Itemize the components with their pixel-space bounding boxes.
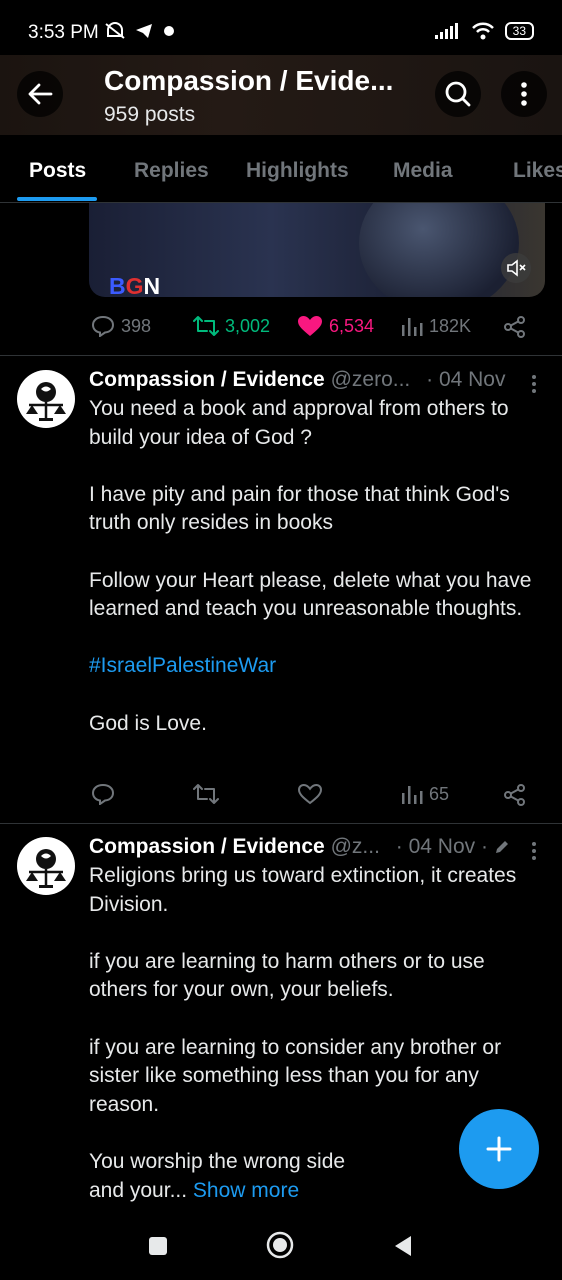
scales-globe-icon [26, 382, 66, 421]
mute-button[interactable] [501, 253, 531, 283]
hashtag-link[interactable]: #IsraelPalestineWar [89, 654, 276, 677]
bird-icon [164, 26, 175, 36]
share-button[interactable] [503, 315, 527, 339]
tab-posts[interactable]: Posts [29, 159, 86, 183]
more-options-button[interactable] [501, 71, 547, 117]
search-button[interactable] [435, 71, 481, 117]
repost-button[interactable]: 3,002 [193, 315, 270, 337]
views-icon [402, 786, 423, 804]
profile-header: Compassion / Evide... 959 posts [0, 55, 562, 135]
edit-pencil-icon [495, 841, 508, 853]
views-icon [402, 318, 423, 336]
status-time: 3:53 PM [28, 22, 99, 43]
tweet-date: · 04 Nov [426, 368, 506, 391]
recents-button[interactable] [148, 1236, 168, 1261]
tab-likes[interactable]: Likes [513, 159, 562, 183]
video-thumbnail[interactable]: BGN [89, 203, 545, 297]
tweet-paragraph: I have pity and pain for those that thin… [89, 482, 510, 535]
repost-count: 3,002 [225, 315, 271, 336]
tweet-paragraph: God is Love. [89, 711, 207, 735]
tweet-paragraph: You need a book and approval from others… [89, 397, 509, 449]
profile-tabs: Posts Replies Highlights Media Likes [0, 138, 562, 203]
bgn-logo: BGN [109, 273, 161, 297]
more-vertical-icon [532, 842, 536, 860]
circle-home-icon [266, 1231, 294, 1259]
more-vertical-icon [521, 82, 527, 106]
tweet-text: You need a book and approval from others… [89, 395, 544, 738]
view-count: 182K [429, 315, 472, 336]
view-count: 65 [429, 783, 450, 804]
like-button[interactable]: 6,534 [297, 315, 374, 337]
status-bar: 3:53 PM 33 [0, 0, 562, 60]
heart-icon [297, 783, 323, 805]
tab-highlights[interactable]: Highlights [246, 159, 349, 183]
battery-indicator: 33 [504, 22, 534, 40]
compose-button[interactable] [459, 1109, 539, 1189]
arrow-left-icon [28, 83, 53, 105]
triangle-back-icon [395, 1236, 411, 1256]
more-vertical-icon [532, 375, 536, 393]
tweet-paragraph: if you are learning to consider any brot… [89, 1035, 502, 1116]
dnd-icon [105, 22, 125, 39]
telegram-icon [135, 24, 152, 38]
volume-off-icon [507, 259, 526, 277]
share-icon [504, 784, 525, 806]
repost-button[interactable] [193, 783, 219, 805]
tweet-paragraph: and your... [89, 1178, 188, 1202]
reply-count: 398 [121, 315, 152, 336]
views-button[interactable]: 65 [401, 783, 449, 805]
author-handle[interactable]: @zero... [331, 368, 411, 391]
wifi-icon [471, 22, 494, 40]
divider [0, 355, 562, 356]
reply-button[interactable] [91, 783, 115, 805]
divider [0, 823, 562, 824]
page-title: Compassion / Evide... [104, 65, 394, 96]
author-name[interactable]: Compassion / Evidence [89, 368, 325, 391]
tweet-header: Compassion / Evidence @z... · 04 Nov · [89, 835, 510, 859]
repost-icon [193, 784, 219, 804]
tweet-paragraph: Follow your Heart please, delete what yo… [89, 568, 532, 621]
square-icon [149, 1237, 167, 1255]
repost-icon [193, 316, 219, 336]
search-icon [445, 81, 471, 107]
tweet-paragraph: Religions bring us toward extinction, it… [89, 864, 517, 916]
share-button[interactable] [503, 783, 527, 807]
heart-filled-icon [298, 316, 322, 336]
views-button[interactable]: 182K [401, 315, 471, 337]
plus-icon [486, 1136, 512, 1162]
status-right: 33 [434, 22, 534, 40]
system-back-button[interactable] [393, 1234, 413, 1263]
tab-replies[interactable]: Replies [134, 159, 209, 183]
video-frame [359, 203, 519, 297]
avatar[interactable] [17, 837, 75, 895]
like-button[interactable] [297, 783, 323, 805]
reply-button[interactable]: 398 [91, 315, 151, 337]
tweet-header: Compassion / Evidence @zero... · 04 Nov [89, 368, 506, 392]
reply-icon [91, 783, 115, 805]
tab-media[interactable]: Media [393, 159, 453, 183]
show-more-link[interactable]: Show more [193, 1179, 299, 1202]
tweet-paragraph: if you are learning to harm others or to… [89, 949, 485, 1002]
active-tab-indicator [17, 197, 97, 201]
home-button[interactable] [266, 1231, 294, 1264]
post-count: 959 posts [104, 103, 196, 126]
system-nav-bar [0, 1210, 562, 1280]
avatar[interactable] [17, 370, 75, 428]
like-count: 6,534 [329, 315, 375, 336]
notification-icons [104, 22, 177, 42]
tweet-date: · 04 Nov · [395, 835, 488, 858]
scales-globe-icon [26, 849, 66, 888]
back-button[interactable] [17, 71, 63, 117]
reply-icon [91, 315, 115, 337]
author-name[interactable]: Compassion / Evidence [89, 835, 325, 858]
author-handle[interactable]: @z... [331, 835, 380, 858]
signal-icon [434, 23, 458, 39]
share-icon [504, 316, 525, 338]
